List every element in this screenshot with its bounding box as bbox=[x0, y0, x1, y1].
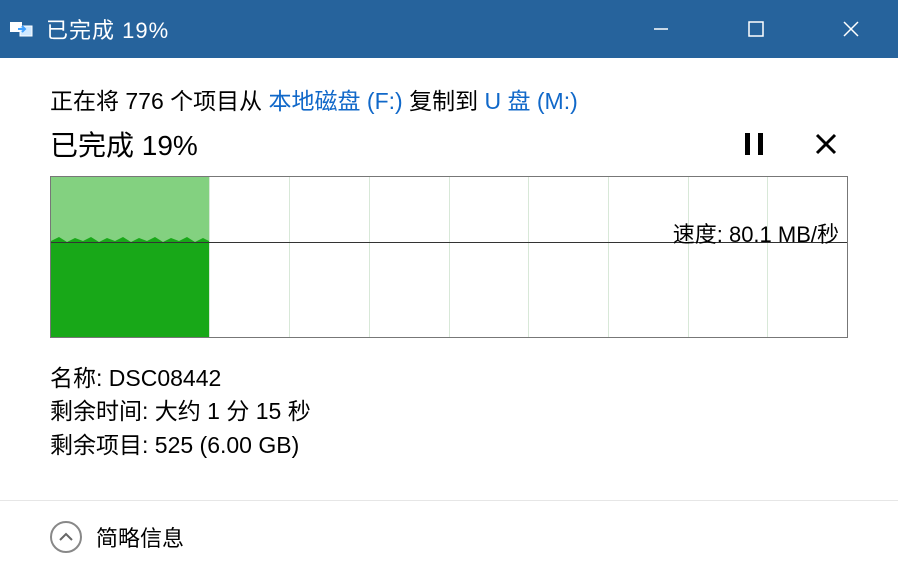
close-button[interactable] bbox=[803, 0, 898, 58]
speed-label: 速度: 80.1 MB/秒 bbox=[673, 217, 839, 249]
speed-value: 80.1 MB/秒 bbox=[729, 222, 839, 247]
speed-prefix: 速度: bbox=[673, 222, 729, 247]
detail-items-remaining: 剩余项目: 525 (6.00 GB) bbox=[50, 429, 852, 462]
chart-jagged-edge bbox=[51, 235, 209, 247]
maximize-button[interactable] bbox=[708, 0, 803, 58]
speed-chart: 速度: 80.1 MB/秒 bbox=[50, 176, 848, 338]
progress-controls bbox=[736, 126, 844, 162]
cancel-icon[interactable] bbox=[808, 126, 844, 162]
dest-link[interactable]: U 盘 (M:) bbox=[484, 88, 577, 114]
progress-row: 已完成 19% bbox=[50, 124, 852, 164]
pause-icon[interactable] bbox=[736, 126, 772, 162]
source-link[interactable]: 本地磁盘 (F:) bbox=[269, 88, 403, 114]
copy-icon bbox=[10, 20, 40, 38]
footer: 简略信息 bbox=[0, 501, 898, 573]
headline-mid: 复制到 bbox=[403, 88, 485, 114]
window-title: 已完成 19% bbox=[46, 13, 169, 45]
content-area: 正在将 776 个项目从 本地磁盘 (F:) 复制到 U 盘 (M:) 已完成 … bbox=[0, 58, 898, 501]
progress-text: 已完成 19% bbox=[50, 124, 198, 164]
operation-headline: 正在将 776 个项目从 本地磁盘 (F:) 复制到 U 盘 (M:) bbox=[50, 82, 852, 116]
titlebar: 已完成 19% bbox=[0, 0, 898, 58]
headline-prefix: 正在将 776 个项目从 bbox=[50, 88, 269, 114]
details-block: 名称: DSC08442 剩余时间: 大约 1 分 15 秒 剩余项目: 525… bbox=[50, 362, 852, 462]
chevron-up-icon[interactable] bbox=[50, 521, 82, 553]
minimize-button[interactable] bbox=[613, 0, 708, 58]
brief-info-toggle[interactable]: 简略信息 bbox=[96, 521, 184, 553]
detail-time-remaining: 剩余时间: 大约 1 分 15 秒 bbox=[50, 395, 852, 428]
window-controls bbox=[613, 0, 898, 58]
chart-fill-lower bbox=[51, 242, 209, 337]
detail-name: 名称: DSC08442 bbox=[50, 362, 852, 395]
chart-fill-upper bbox=[51, 177, 209, 242]
